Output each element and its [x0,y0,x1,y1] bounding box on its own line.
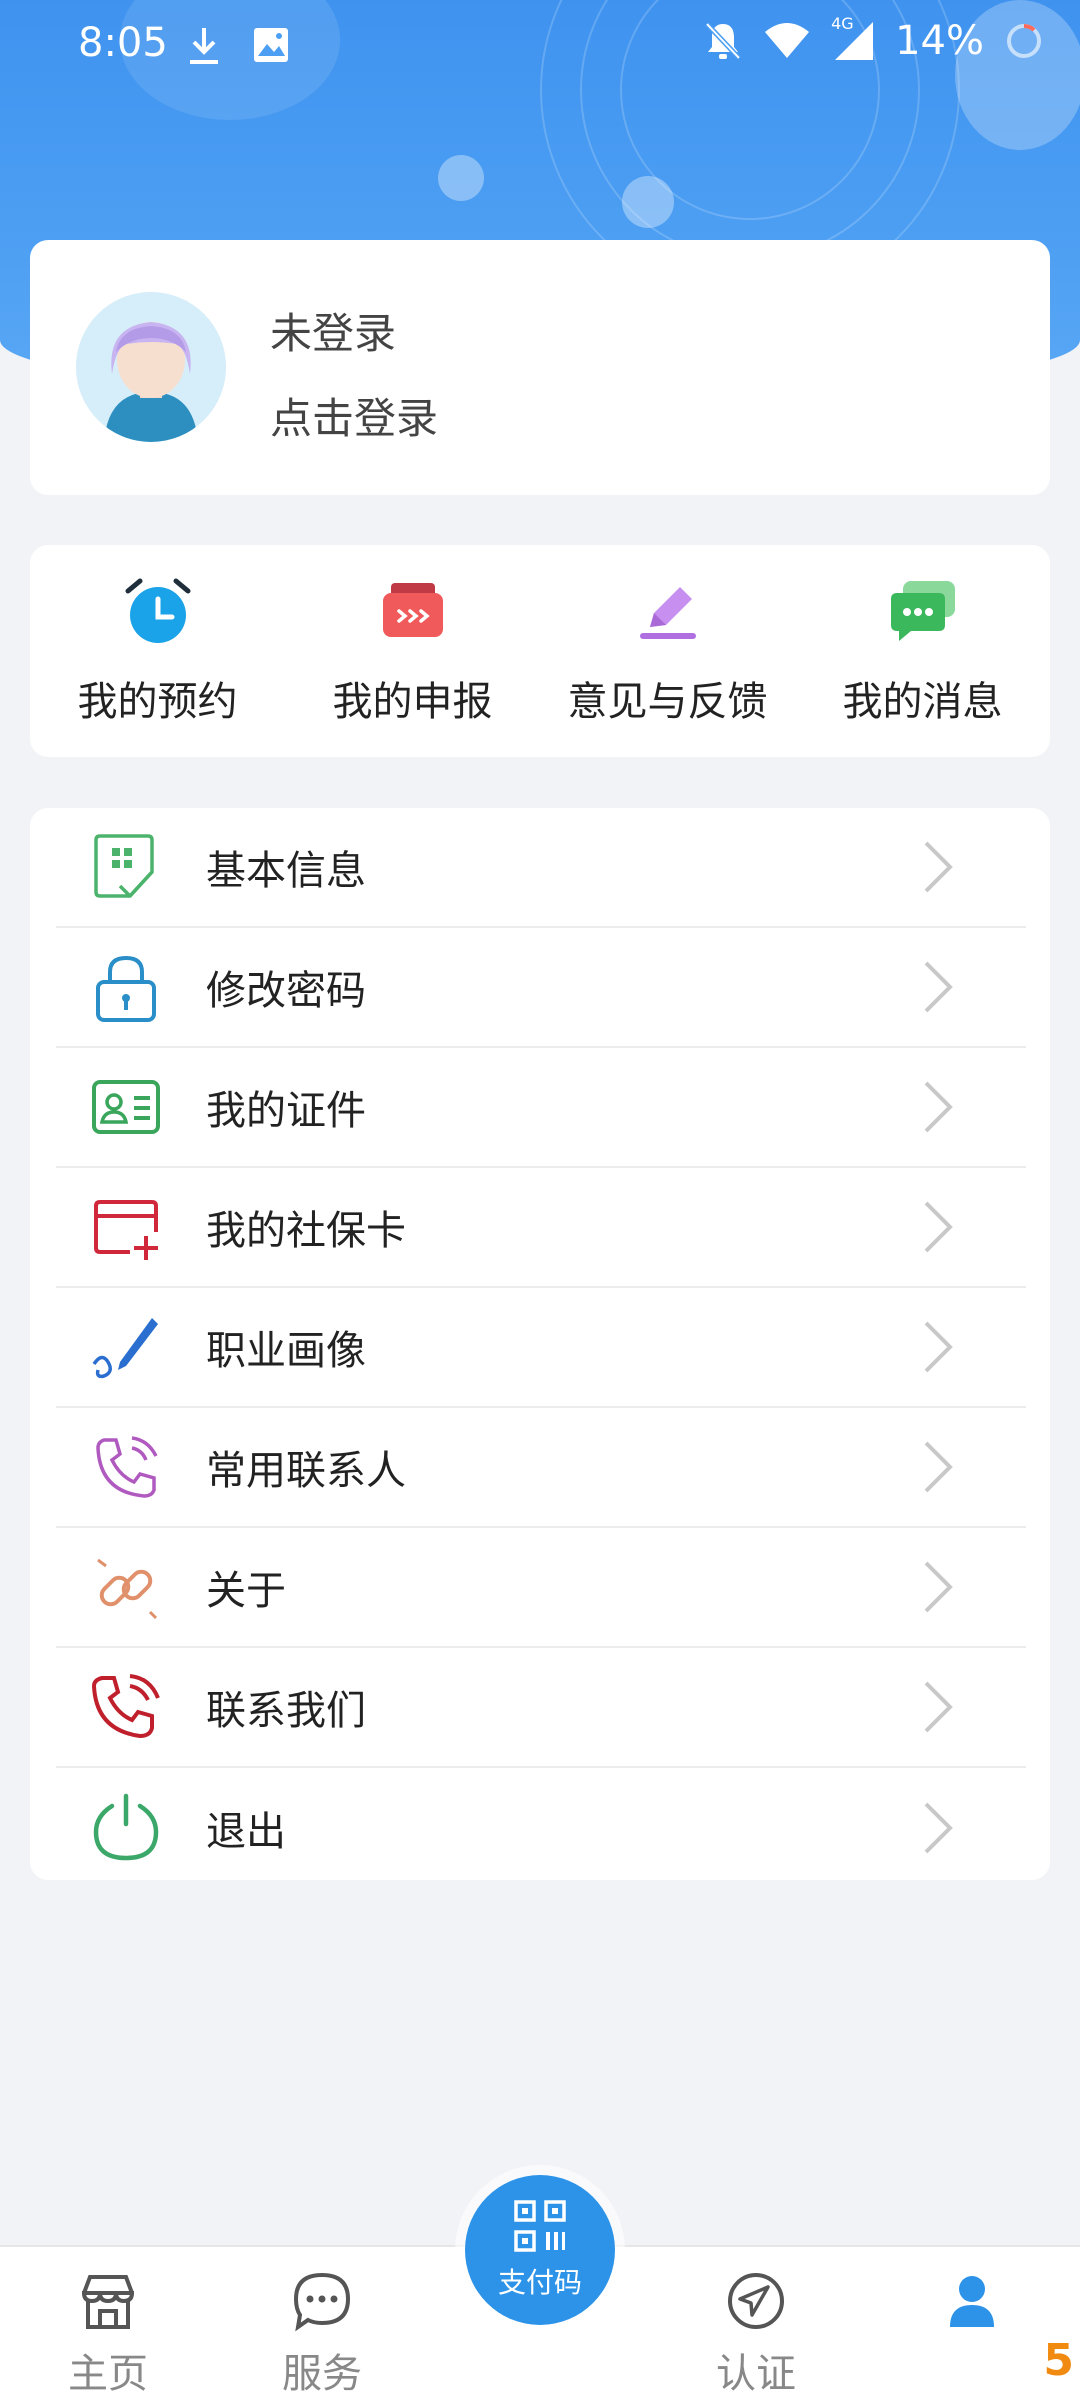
menu-item-about[interactable]: 关于 [56,1528,1026,1648]
menu-item-label: 我的社保卡 [206,1208,406,1254]
wifi-icon [765,23,810,58]
submit-box-icon [382,583,443,637]
status-right-icons: 4G 14% [703,14,1044,64]
navigate-icon [728,2273,784,2329]
nav-services[interactable]: 服务 [222,2247,422,2400]
menu-item-my-documents[interactable]: 我的证件 [56,1048,1026,1168]
menu-item-career-profile[interactable]: 职业画像 [56,1288,1026,1408]
menu-item-social-security-card[interactable]: 我的社保卡 [56,1168,1026,1288]
chat-icon [890,581,955,641]
signal-icon: 4G [831,14,875,62]
chevron-right-icon [924,1441,953,1493]
menu-item-label: 退出 [206,1809,286,1855]
image-icon [254,28,288,62]
avatar[interactable] [76,292,226,442]
nav-label: 主页 [68,2351,148,2397]
site-watermark: 5 [880,2322,1080,2400]
menu-item-label: 职业画像 [206,1328,366,1374]
info-grid-icon [94,834,154,898]
login-status: 未登录 [270,309,397,358]
login-link[interactable]: 点击登录 [270,385,438,446]
menu-item-label: 我的证件 [206,1088,366,1134]
lock-icon [96,955,156,1022]
quick-action-declaration[interactable]: 我的申报 [285,545,540,757]
status-time: 8:05 [78,20,168,66]
download-icon [190,28,218,64]
qr-code-icon [514,2200,566,2252]
battery-icon [1007,24,1041,58]
menu-item-basic-info[interactable]: 基本信息 [56,808,1026,928]
menu-item-change-password[interactable]: 修改密码 [56,928,1026,1048]
chevron-right-icon [924,1081,953,1133]
battery-percent: 14% [895,18,984,64]
menu-item-label: 修改密码 [206,968,366,1014]
id-card-icon [92,1080,160,1134]
chevron-right-icon [924,1201,953,1253]
menu-item-label: 联系我们 [206,1688,366,1734]
bell-off-icon [705,22,741,60]
quick-action-appointment[interactable]: 我的预约 [30,545,285,757]
quick-action-label: 我的预约 [77,679,238,725]
chevron-right-icon [924,1802,953,1854]
chevron-right-icon [924,1561,953,1613]
nav-label: 认证 [716,2351,796,2397]
nav-home[interactable]: 主页 [8,2247,208,2400]
quick-action-label: 我的申报 [332,679,493,725]
network-type: 4G [831,14,854,33]
nav-certification[interactable]: 认证 [656,2247,856,2400]
chat-bubble-icon [293,2272,351,2332]
chevron-right-icon [924,1321,953,1373]
chevron-right-icon [924,841,953,893]
phone-ring-icon [91,1674,160,1739]
nav-label: 服务 [282,2351,362,2397]
menu-item-label: 基本信息 [206,848,366,894]
quick-actions-card: 我的预约 我的申报 意见与反馈 我的消息 [30,545,1050,757]
status-bar: 8:05 4G 14% [0,0,1080,92]
quick-action-feedback[interactable]: 意见与反馈 [540,545,795,757]
menu-item-logout[interactable]: 退出 [56,1768,1026,1888]
status-notification-icons [186,26,290,66]
pay-code-label: 支付码 [497,2266,582,2299]
menu-item-contact-us[interactable]: 联系我们 [56,1648,1026,1768]
quick-action-label: 我的消息 [842,679,1003,725]
decor-bubble [438,155,484,201]
store-icon [81,2275,135,2329]
quick-action-messages[interactable]: 我的消息 [795,545,1050,757]
avatar-placeholder-icon [76,292,226,442]
menu-item-label: 常用联系人 [206,1448,406,1494]
link-icon [97,1558,158,1620]
quick-action-label: 意见与反馈 [567,679,768,725]
chevron-right-icon [924,961,953,1013]
menu-item-label: 关于 [206,1568,286,1614]
alarm-clock-icon [125,578,190,643]
settings-menu: 基本信息 修改密码 我的证件 我的社保卡 职业画像 常用联系人 关于 联系我们 … [30,808,1050,1880]
pencil-icon [639,587,696,639]
watermark-text: 5 [1043,2335,1074,2386]
profile-card[interactable]: 未登录 点击登录 [30,240,1050,495]
pen-icon [92,1318,158,1379]
pay-code-button[interactable]: 支付码 [465,2175,615,2325]
card-add-icon [94,1200,158,1260]
phone-contact-icon [96,1436,158,1498]
power-icon [93,1793,159,1861]
chevron-right-icon [924,1681,953,1733]
decor-bubble [622,176,674,228]
menu-item-frequent-contacts[interactable]: 常用联系人 [56,1408,1026,1528]
